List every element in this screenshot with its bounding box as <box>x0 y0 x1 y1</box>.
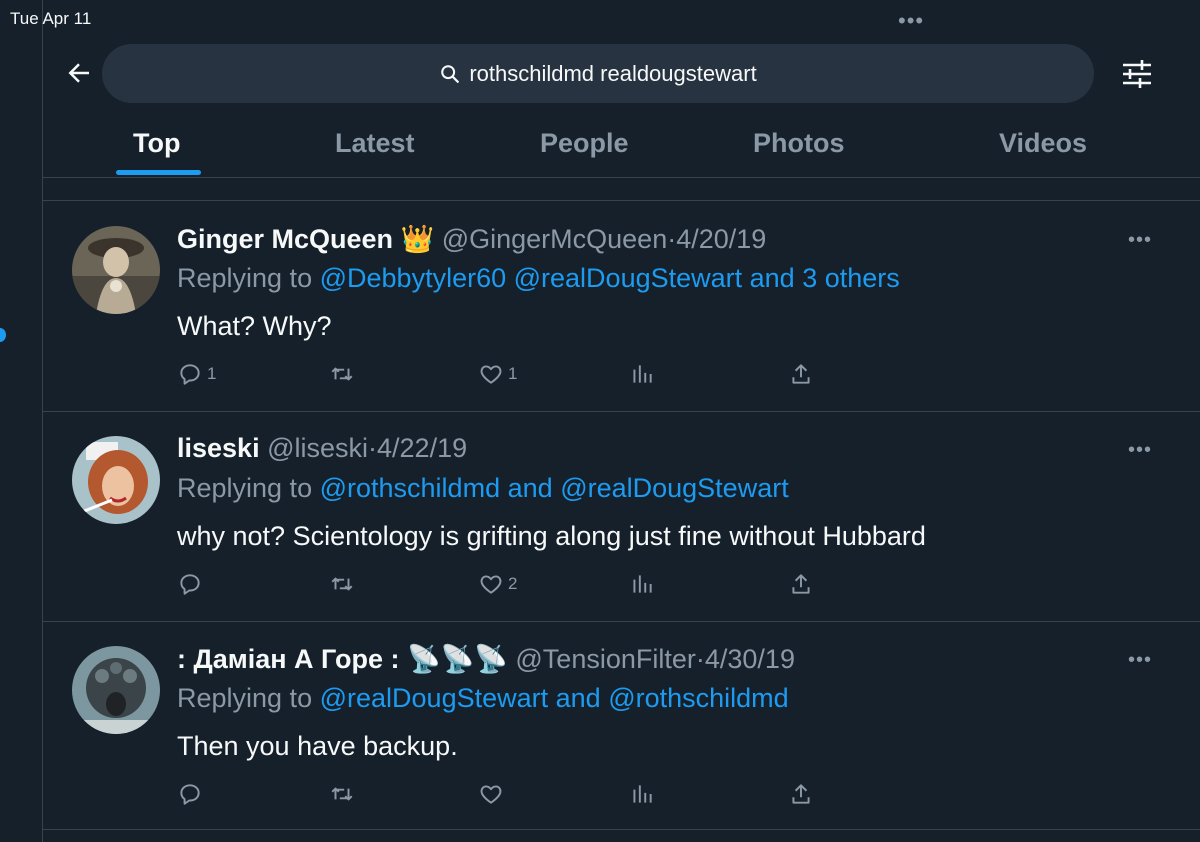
avatar[interactable] <box>72 436 160 524</box>
filter-sliders-icon <box>1123 60 1151 88</box>
search-query[interactable]: rothschildmd realdougstewart <box>469 61 756 87</box>
author-handle[interactable]: @liseski <box>267 433 368 463</box>
retweet-button[interactable] <box>329 781 359 807</box>
mention-link[interactable]: @realDougStewart <box>320 683 549 713</box>
left-rail <box>0 0 42 842</box>
reply-icon <box>180 784 200 805</box>
replying-to: Replying to @Debbytyler60 @realDougStewa… <box>177 263 900 294</box>
reply-button[interactable] <box>177 781 207 807</box>
retweet-icon <box>331 787 353 801</box>
like-count: 1 <box>508 364 518 383</box>
mention-link[interactable]: @rothschildmd <box>320 473 500 503</box>
tweet-header: liseski @liseski·4/22/19 <box>177 433 467 464</box>
back-arrow-icon <box>68 63 89 83</box>
replying-to: Replying to @rothschildmd and @realDougS… <box>177 473 789 504</box>
back-button[interactable] <box>62 56 96 90</box>
replying-prefix: Replying to <box>177 683 313 713</box>
more-icon[interactable]: ••• <box>1128 229 1152 252</box>
replying-to: Replying to @realDougStewart and @rothsc… <box>177 683 789 714</box>
views-icon <box>633 365 652 383</box>
tweet-text: What? Why? <box>177 311 332 341</box>
views-icon <box>633 785 652 803</box>
reply-count: 1 <box>207 364 217 383</box>
views-button[interactable] <box>629 361 655 387</box>
satellite-badge: 📡📡📡 <box>407 644 508 674</box>
tweet-date[interactable]: 4/20/19 <box>676 224 766 254</box>
like-button[interactable] <box>478 781 508 807</box>
share-icon <box>792 574 810 594</box>
multitasking-dots[interactable]: ••• <box>898 8 924 34</box>
mention-link[interactable]: @realDougStewart <box>560 473 789 503</box>
search-icon <box>441 64 460 83</box>
reply-button[interactable]: 1 <box>177 361 216 387</box>
avatar-image <box>72 436 160 524</box>
avatar-image <box>72 646 160 734</box>
separator: · <box>695 644 705 674</box>
more-icon[interactable]: ••• <box>1128 439 1152 462</box>
author-handle[interactable]: @GingerMcQueen <box>442 224 668 254</box>
like-button[interactable]: 1 <box>478 361 517 387</box>
share-button[interactable] <box>788 781 814 807</box>
author-handle[interactable]: @TensionFilter <box>515 644 695 674</box>
separator: · <box>368 433 378 463</box>
search-filter-button[interactable] <box>1120 58 1154 90</box>
tweet-text: Then you have backup. <box>177 731 458 761</box>
tweet-header: Ginger McQueen 👑 @GingerMcQueen·4/20/19 <box>177 223 766 255</box>
tweet-date[interactable]: 4/22/19 <box>377 433 467 463</box>
share-icon <box>792 784 810 804</box>
retweet-icon <box>331 577 353 591</box>
more-icon[interactable]: ••• <box>1128 649 1152 672</box>
notification-dot <box>0 328 6 342</box>
retweet-icon <box>331 367 353 381</box>
mention-link[interactable]: @rothschildmd <box>608 683 788 713</box>
active-tab-indicator <box>116 170 201 175</box>
search-bar[interactable]: rothschildmd realdougstewart <box>102 44 1094 103</box>
reply-icon <box>180 574 200 595</box>
status-bar-time: Tue Apr 11 <box>10 9 92 28</box>
author-name[interactable]: : Даміан А Горе : <box>177 644 400 674</box>
mention-and: and <box>555 683 601 713</box>
share-icon <box>792 364 810 384</box>
like-button[interactable]: 2 <box>478 571 517 597</box>
tweet-card[interactable]: : Даміан А Горе : 📡📡📡 @TensionFilter·4/3… <box>42 621 1200 830</box>
like-icon <box>480 365 502 384</box>
tabs-divider <box>42 177 1200 178</box>
views-button[interactable] <box>629 781 655 807</box>
search-tabs: Top Latest People Photos Videos <box>42 110 1200 176</box>
reply-button[interactable] <box>177 571 207 597</box>
tab-photos[interactable]: Photos <box>753 128 845 159</box>
reply-icon <box>180 364 200 385</box>
retweet-button[interactable] <box>329 361 359 387</box>
tweet-header: : Даміан А Горе : 📡📡📡 @TensionFilter·4/3… <box>177 643 795 675</box>
like-count: 2 <box>508 574 518 593</box>
mention-and: and <box>507 473 553 503</box>
views-icon <box>633 575 652 593</box>
share-button[interactable] <box>788 571 814 597</box>
tab-videos[interactable]: Videos <box>999 128 1087 159</box>
author-name[interactable]: liseski <box>177 433 260 463</box>
share-button[interactable] <box>788 361 814 387</box>
like-icon <box>480 575 502 594</box>
avatar-image <box>72 226 160 314</box>
tweet-date[interactable]: 4/30/19 <box>705 644 795 674</box>
tab-people[interactable]: People <box>540 128 629 159</box>
avatar[interactable] <box>72 646 160 734</box>
tab-top[interactable]: Top <box>133 128 180 159</box>
tweet-text: why not? Scientology is grifting along j… <box>177 521 926 551</box>
mention-link[interactable]: @realDougStewart and 3 others <box>514 263 900 293</box>
crown-badge: 👑 <box>400 224 435 254</box>
tab-latest[interactable]: Latest <box>335 128 415 159</box>
views-button[interactable] <box>629 571 655 597</box>
avatar[interactable] <box>72 226 160 314</box>
author-name[interactable]: Ginger McQueen <box>177 224 393 254</box>
tweet-card[interactable]: Ginger McQueen 👑 @GingerMcQueen·4/20/19 … <box>42 201 1200 412</box>
retweet-button[interactable] <box>329 571 359 597</box>
mention-link[interactable]: @Debbytyler60 <box>320 263 507 293</box>
replying-prefix: Replying to <box>177 263 313 293</box>
like-icon <box>480 785 502 804</box>
separator: · <box>667 224 677 254</box>
replying-prefix: Replying to <box>177 473 313 503</box>
tweet-card[interactable]: liseski @liseski·4/22/19 ••• Replying to… <box>42 411 1200 622</box>
